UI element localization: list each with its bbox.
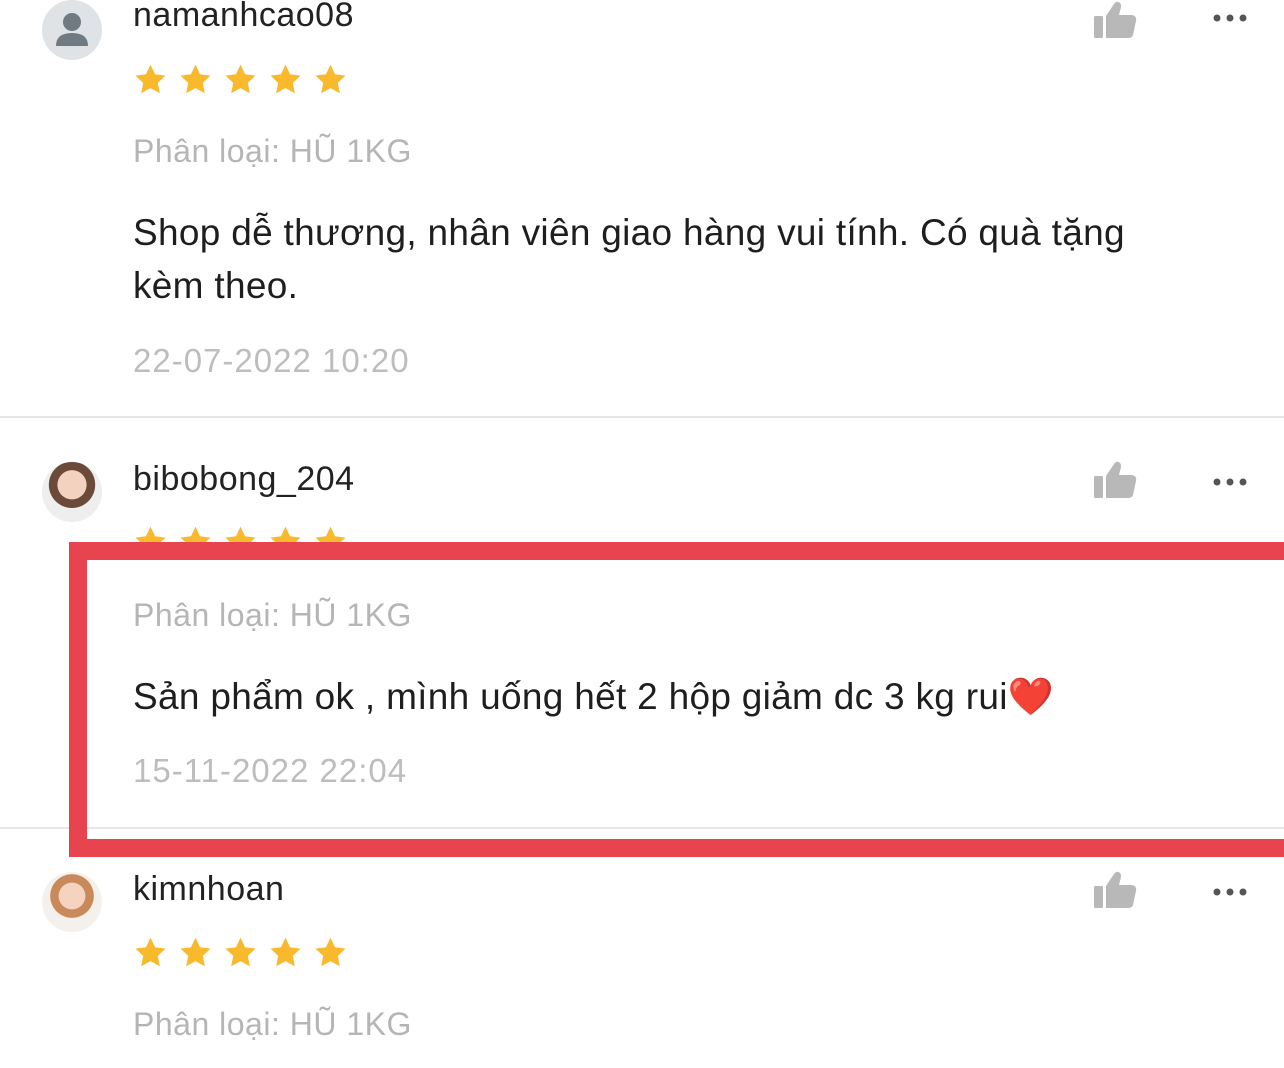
star-rating [133, 524, 348, 542]
star-icon [180, 526, 211, 542]
more-options-icon[interactable] [1212, 886, 1248, 898]
avatar[interactable] [42, 0, 102, 60]
review-comment: Sản phẩm ok , mình uống hết 2 hộp giảm d… [133, 676, 1055, 717]
star-icon [225, 64, 256, 94]
star-icon [135, 64, 166, 94]
variant-label: Phân loại: HŨ 1KG [133, 133, 412, 169]
star-rating [133, 62, 348, 97]
star-icon [180, 64, 211, 94]
star-icon [135, 526, 166, 542]
star-icon [135, 937, 166, 967]
thumbs-up-icon[interactable] [1092, 460, 1138, 500]
star-icon [315, 64, 346, 94]
avatar[interactable] [42, 462, 102, 522]
review-date: 15-11-2022 22:04 [133, 752, 408, 789]
star-icon [270, 64, 301, 94]
review-date: 22-07-2022 10:20 [133, 342, 410, 379]
username[interactable]: kimnhoan [133, 870, 284, 909]
thumbs-up-icon[interactable] [1092, 0, 1138, 40]
thumbs-up-icon[interactable] [1092, 870, 1138, 910]
divider [0, 416, 1284, 418]
variant-label: Phân loại: HŨ 1KG [133, 597, 412, 633]
username[interactable]: bibobong_204 [133, 460, 355, 499]
star-icon [315, 526, 346, 542]
star-icon [225, 526, 256, 542]
variant-label: Phân loại: HŨ 1KG [133, 1006, 412, 1042]
user-icon [56, 13, 88, 46]
star-icon [270, 937, 301, 967]
star-icon [180, 937, 211, 967]
star-icon [270, 526, 301, 542]
username[interactable]: namanhcao08 [133, 0, 354, 35]
star-rating [133, 935, 348, 970]
star-icon [315, 937, 346, 967]
avatar[interactable] [42, 872, 102, 932]
review-comment: Shop dễ thương, nhân viên giao hàng vui … [133, 212, 1125, 306]
more-options-icon[interactable] [1212, 12, 1248, 24]
star-icon [225, 937, 256, 967]
divider [0, 827, 1284, 829]
more-options-icon[interactable] [1212, 476, 1248, 488]
